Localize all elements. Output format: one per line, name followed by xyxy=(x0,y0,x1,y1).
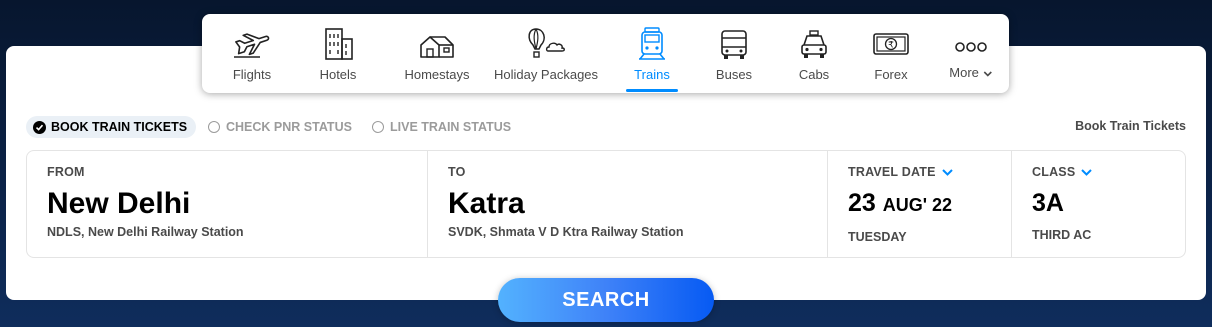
bus-icon xyxy=(721,30,747,59)
house-icon xyxy=(420,36,454,58)
nav-holiday-packages[interactable]: Holiday Packages xyxy=(494,14,598,93)
travel-date-day: 23 xyxy=(848,189,876,217)
to-city: Katra xyxy=(448,187,525,220)
train-search-form: FROM New Delhi NDLS, New Delhi Railway S… xyxy=(26,150,1186,258)
nav-label-holiday-packages: Holiday Packages xyxy=(493,67,599,82)
balloon-icon xyxy=(528,28,565,58)
chevron-down-icon xyxy=(981,69,993,80)
active-nav-underline xyxy=(626,89,678,92)
train-icon xyxy=(639,27,665,60)
class-name: THIRD AC xyxy=(1032,228,1092,242)
chevron-down-icon xyxy=(1081,165,1093,179)
chevron-down-icon xyxy=(941,165,953,179)
building-icon xyxy=(325,28,353,60)
page-title: Book Train Tickets xyxy=(1075,119,1186,133)
to-station: SVDK, Shmata V D Ktra Railway Station xyxy=(448,225,684,239)
nav-homestays[interactable]: Homestays xyxy=(402,14,472,93)
class-caption: CLASS xyxy=(1032,165,1076,179)
nav-hotels[interactable]: Hotels xyxy=(304,14,372,93)
to-caption: TO xyxy=(448,165,466,179)
from-city: New Delhi xyxy=(47,187,191,220)
cab-icon xyxy=(801,30,827,58)
tab-live-train-status[interactable]: LIVE TRAIN STATUS xyxy=(372,116,511,138)
nav-trains[interactable]: Trains xyxy=(626,14,678,93)
svg-text:₹: ₹ xyxy=(888,41,894,51)
nav-buses[interactable]: Buses xyxy=(708,14,760,93)
to-field[interactable]: TO Katra SVDK, Shmata V D Ktra Railway S… xyxy=(427,151,827,257)
nav-label-buses: Buses xyxy=(715,67,753,82)
class-code: 3A xyxy=(1032,189,1064,217)
nav-label-hotels: Hotels xyxy=(319,67,357,82)
travel-date-value: 23 AUG' 22 xyxy=(848,186,1011,222)
travel-date-caption-row: TRAVEL DATE xyxy=(848,165,1011,179)
class-field[interactable]: CLASS 3A THIRD AC xyxy=(1011,151,1185,257)
from-caption: FROM xyxy=(47,165,85,179)
nav-more[interactable]: More xyxy=(946,14,996,93)
nav-label-trains: Trains xyxy=(634,67,670,82)
travel-date-field[interactable]: TRAVEL DATE 23 AUG' 22 TUESDAY xyxy=(827,151,1011,257)
tab-label-live: LIVE TRAIN STATUS xyxy=(390,120,512,134)
top-nav: Flights Hotels Homestays Holiday Package… xyxy=(202,14,1009,93)
travel-date-weekday: TUESDAY xyxy=(848,230,907,244)
tab-label-book: BOOK TRAIN TICKETS xyxy=(51,120,188,134)
checked-icon xyxy=(33,120,46,134)
nav-label-flights: Flights xyxy=(232,67,272,82)
travel-date-caption: TRAVEL DATE xyxy=(848,165,936,179)
travel-date-month-year: AUG' 22 xyxy=(882,195,953,215)
nav-label-cabs: Cabs xyxy=(798,67,830,82)
nav-label-forex: Forex xyxy=(874,67,908,82)
search-button[interactable]: SEARCH xyxy=(498,278,714,322)
radio-icon xyxy=(372,121,384,133)
plane-icon xyxy=(234,33,270,58)
nav-more-wrap: More xyxy=(949,65,993,80)
more-dots-icon xyxy=(955,42,987,52)
radio-icon xyxy=(208,121,220,133)
nav-cabs[interactable]: Cabs xyxy=(790,14,838,93)
rupee-note-icon: ₹ xyxy=(873,33,909,55)
tab-check-pnr-status[interactable]: CHECK PNR STATUS xyxy=(208,116,352,138)
nav-flights[interactable]: Flights xyxy=(218,14,286,93)
from-station: NDLS, New Delhi Railway Station xyxy=(47,225,244,239)
tab-label-pnr: CHECK PNR STATUS xyxy=(226,120,352,134)
from-field[interactable]: FROM New Delhi NDLS, New Delhi Railway S… xyxy=(27,151,427,257)
nav-label-homestays: Homestays xyxy=(404,67,470,82)
tab-book-train-tickets[interactable]: BOOK TRAIN TICKETS xyxy=(26,116,197,138)
nav-label-more: More xyxy=(949,65,979,80)
nav-forex[interactable]: ₹ Forex xyxy=(864,14,918,93)
class-caption-row: CLASS xyxy=(1032,165,1185,179)
